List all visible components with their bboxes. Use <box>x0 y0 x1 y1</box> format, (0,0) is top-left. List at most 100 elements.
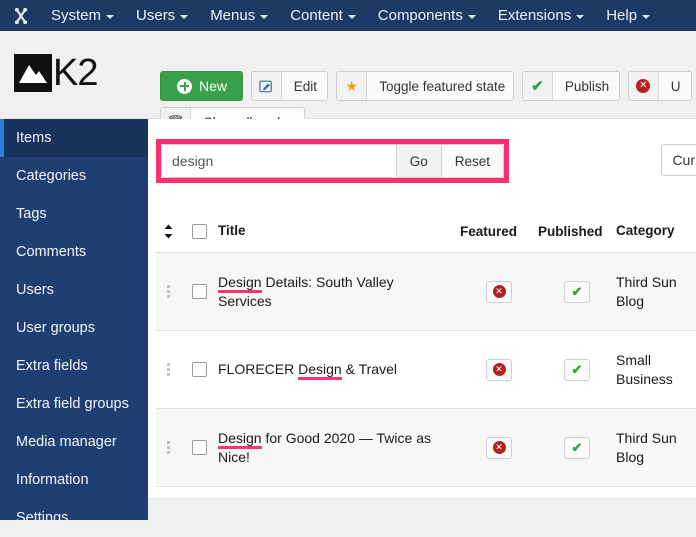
nav-item-help[interactable]: Help <box>595 0 661 31</box>
item-title[interactable]: Design Details: South Valley Services <box>218 273 460 311</box>
sidebar-item-tags[interactable]: Tags <box>0 195 148 233</box>
drag-handle-icon[interactable] <box>156 363 180 376</box>
search-go-button[interactable]: Go <box>395 144 441 178</box>
toggle-featured-button[interactable]: ★ Toggle featured state <box>336 71 514 101</box>
nav-item-system[interactable]: System <box>40 0 125 31</box>
unpublish-button-label: U <box>670 78 681 94</box>
chevron-down-icon <box>106 14 115 19</box>
table-bottom-strip <box>148 498 696 520</box>
row-checkbox-cell[interactable] <box>180 362 218 377</box>
nav-item-menus[interactable]: Menus <box>199 0 279 31</box>
title-suffix: & Travel <box>341 361 397 378</box>
published-toggle-button[interactable]: ✔ <box>564 436 590 459</box>
nav-label: Menus <box>210 7 256 24</box>
chevron-down-icon <box>180 14 189 19</box>
item-category[interactable]: Small Business <box>616 351 696 389</box>
sidebar-item-comments[interactable]: Comments <box>0 233 148 271</box>
column-header-published[interactable]: Published <box>538 224 616 239</box>
published-state-cell[interactable]: ✔ <box>538 280 616 303</box>
nav-item-extensions[interactable]: Extensions <box>487 0 595 31</box>
row-checkbox-cell[interactable] <box>180 284 218 299</box>
chevron-down-icon <box>642 14 651 19</box>
row-checkbox[interactable] <box>191 362 207 377</box>
edit-button-label: Edit <box>293 78 318 94</box>
drag-handle-icon[interactable] <box>156 285 180 298</box>
publish-button[interactable]: ✔ Publish <box>521 71 620 101</box>
row-checkbox-cell[interactable] <box>180 440 218 455</box>
published-state-cell[interactable]: ✔ <box>538 436 616 459</box>
column-header-category[interactable]: Category <box>616 222 696 240</box>
sort-icon[interactable] <box>156 224 180 239</box>
search-highlight-box: Go Reset <box>156 139 509 183</box>
sidebar-item-label: Tags <box>16 206 47 222</box>
new-button[interactable]: New <box>160 71 243 101</box>
sidebar-item-users[interactable]: Users <box>0 271 148 309</box>
featured-state-cell[interactable]: ✕ <box>460 358 538 381</box>
unpublish-button[interactable]: ✕ U <box>627 71 692 101</box>
sidebar-item-settings[interactable]: Settings <box>0 499 148 537</box>
items-table: Title Featured Published Category Design… <box>156 211 696 487</box>
sidebar-item-label: Categories <box>16 168 87 184</box>
sidebar: Items Categories Tags Comments Users Use… <box>0 119 148 526</box>
published-toggle-button[interactable]: ✔ <box>564 358 590 381</box>
sidebar-item-extra-fields[interactable]: Extra fields <box>0 347 148 385</box>
row-checkbox[interactable] <box>191 440 207 455</box>
featured-state-cell[interactable]: ✕ <box>460 436 538 459</box>
featured-toggle-button[interactable]: ✕ <box>486 358 512 381</box>
title-search-match: Design <box>218 429 262 449</box>
edit-button[interactable]: Edit <box>250 71 329 101</box>
sidebar-item-user-groups[interactable]: User groups <box>0 309 148 347</box>
row-checkbox[interactable] <box>191 284 207 299</box>
featured-toggle-button[interactable]: ✕ <box>486 436 512 459</box>
nav-label: Users <box>136 7 176 24</box>
table-row[interactable]: FLORECER Design & Travel ✕ ✔ Small Busin… <box>156 331 696 409</box>
sidebar-item-label: Media manager <box>16 434 117 450</box>
item-category[interactable]: Third Sun Blog <box>616 429 696 467</box>
check-icon: ✔ <box>522 72 553 100</box>
featured-state-cell[interactable]: ✕ <box>460 280 538 303</box>
column-header-title[interactable]: Title <box>218 222 460 240</box>
page-header: K2 New Edit ★ Toggle featured state ✔ Pu… <box>0 31 696 137</box>
nav-label: Components <box>377 7 463 24</box>
featured-toggle-button[interactable]: ✕ <box>486 280 512 303</box>
category-filter-select[interactable]: Cur <box>661 144 696 176</box>
table-row[interactable]: Design Details: South Valley Services ✕ … <box>156 253 696 331</box>
search-reset-button[interactable]: Reset <box>440 144 504 178</box>
toggle-featured-label: Toggle featured state <box>379 78 506 94</box>
k2-brand-logo[interactable]: K2 <box>14 54 98 92</box>
select-all-checkbox[interactable] <box>191 224 207 239</box>
plus-icon <box>177 78 192 94</box>
published-state-cell[interactable]: ✔ <box>538 358 616 381</box>
column-header-featured[interactable]: Featured <box>460 224 538 239</box>
main-content: Go Reset Cur Title Featured Published Ca… <box>148 119 696 520</box>
publish-button-label: Publish <box>564 78 610 94</box>
drag-handle-icon[interactable] <box>156 441 180 454</box>
toolbar-row-primary: New Edit ★ Toggle featured state ✔ Publi… <box>160 71 696 101</box>
category-filter-label: Cur <box>672 152 695 168</box>
new-button-label: New <box>199 78 228 94</box>
sidebar-item-categories[interactable]: Categories <box>0 157 148 195</box>
star-icon: ★ <box>337 72 368 100</box>
sidebar-item-label: Extra field groups <box>16 396 129 412</box>
nav-item-components[interactable]: Components <box>367 0 487 31</box>
sidebar-item-media-manager[interactable]: Media manager <box>0 423 148 461</box>
item-title[interactable]: Design for Good 2020 — Twice as Nice! <box>218 429 460 467</box>
item-category[interactable]: Third Sun Blog <box>616 273 696 311</box>
sidebar-item-items[interactable]: Items <box>0 119 148 157</box>
joomla-logo-icon[interactable] <box>8 3 34 29</box>
select-all-checkbox-cell[interactable] <box>180 224 218 239</box>
search-input[interactable] <box>161 144 396 178</box>
sidebar-item-label: Users <box>16 282 54 298</box>
published-toggle-button[interactable]: ✔ <box>564 280 590 303</box>
nav-label: Help <box>606 7 638 24</box>
sidebar-item-extra-field-groups[interactable]: Extra field groups <box>0 385 148 423</box>
chevron-down-icon <box>260 14 269 19</box>
chevron-down-icon <box>467 14 476 19</box>
table-row[interactable]: Design for Good 2020 — Twice as Nice! ✕ … <box>156 409 696 487</box>
nav-item-users[interactable]: Users <box>125 0 199 31</box>
item-title[interactable]: FLORECER Design & Travel <box>218 360 460 381</box>
sidebar-item-information[interactable]: Information <box>0 461 148 499</box>
nav-item-content[interactable]: Content <box>279 0 367 31</box>
title-prefix: FLORECER <box>218 361 299 378</box>
title-search-match: Design <box>218 273 262 293</box>
